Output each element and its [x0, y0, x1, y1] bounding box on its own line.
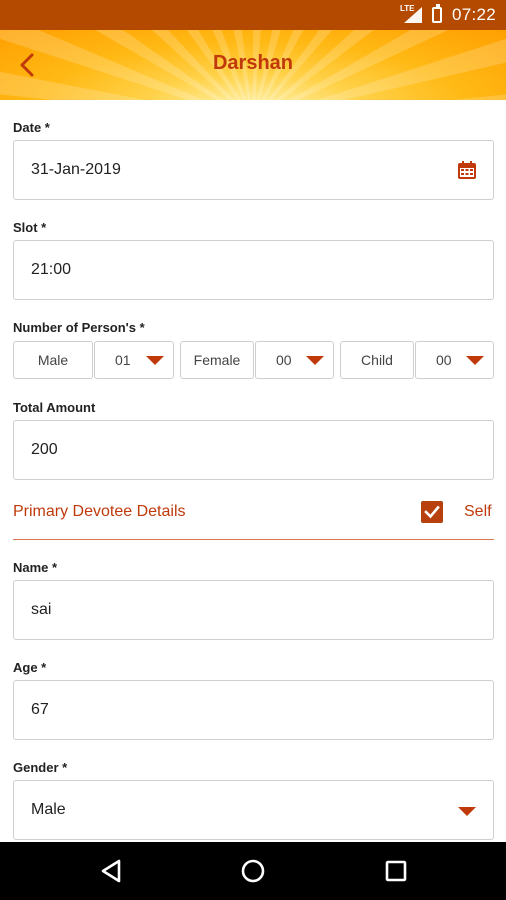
app-bar: Darshan: [0, 30, 506, 100]
female-count-dropdown[interactable]: 00: [255, 341, 334, 379]
male-count: 01: [115, 352, 131, 368]
nav-home-button[interactable]: [238, 856, 268, 886]
female-label-box: Female: [180, 341, 254, 379]
slot-label: Slot *: [13, 220, 47, 235]
total-amount-field[interactable]: 200: [13, 420, 494, 480]
male-label: Male: [37, 352, 69, 368]
nav-back-button[interactable]: [97, 856, 127, 886]
male-count-dropdown[interactable]: 01: [94, 341, 174, 379]
network-type: LTE: [399, 4, 415, 13]
nav-recents-button[interactable]: [381, 856, 411, 886]
female-count: 00: [276, 352, 292, 368]
child-label: Child: [361, 352, 393, 368]
check-icon: [424, 505, 440, 519]
name-label: Name *: [13, 560, 58, 575]
status-bar: LTE 07:22: [0, 0, 506, 30]
caret-down-icon: [306, 356, 324, 365]
gender-dropdown[interactable]: Male: [13, 780, 494, 840]
date-label: Date *: [13, 120, 50, 135]
total-amount-label: Total Amount: [13, 400, 96, 415]
female-label: Female: [193, 352, 241, 368]
triangle-back-icon: [101, 859, 121, 883]
name-field[interactable]: sai: [13, 580, 494, 640]
caret-down-icon: [458, 807, 476, 816]
section-divider: [13, 539, 494, 540]
child-count: 00: [436, 352, 452, 368]
name-value: sai: [31, 601, 52, 618]
calendar-icon[interactable]: [457, 160, 477, 180]
persons-row: Male 01 Female 00 Child 00: [13, 341, 494, 379]
nav-bar: [0, 842, 506, 900]
circle-home-icon: [241, 859, 265, 883]
page-title: Darshan: [212, 52, 294, 74]
child-label-box: Child: [340, 341, 414, 379]
slot-value: 21:00: [31, 261, 72, 278]
slot-field[interactable]: 21:00: [13, 240, 494, 300]
caret-down-icon: [146, 356, 164, 365]
age-label: Age *: [13, 660, 47, 675]
age-value: 67: [31, 701, 49, 718]
status-time: 07:22: [451, 5, 496, 24]
self-label[interactable]: Self: [464, 503, 492, 521]
gender-value: Male: [31, 801, 66, 818]
date-field[interactable]: 31-Jan-2019: [13, 140, 494, 200]
date-value: 31-Jan-2019: [31, 161, 121, 178]
age-field[interactable]: 67: [13, 680, 494, 740]
signal-icon: LTE: [399, 4, 422, 23]
caret-down-icon: [466, 356, 484, 365]
square-recents-icon: [385, 860, 407, 882]
child-count-dropdown[interactable]: 00: [415, 341, 494, 379]
battery-icon: [431, 4, 442, 23]
darshan-form: Date * 31-Jan-2019 Slot * 21:00 Number o…: [0, 100, 506, 842]
persons-label: Number of Person's *: [13, 320, 145, 335]
gender-label: Gender *: [13, 760, 68, 775]
male-label-box: Male: [13, 341, 93, 379]
self-checkbox[interactable]: [421, 501, 443, 523]
total-amount-value: 200: [31, 441, 58, 458]
